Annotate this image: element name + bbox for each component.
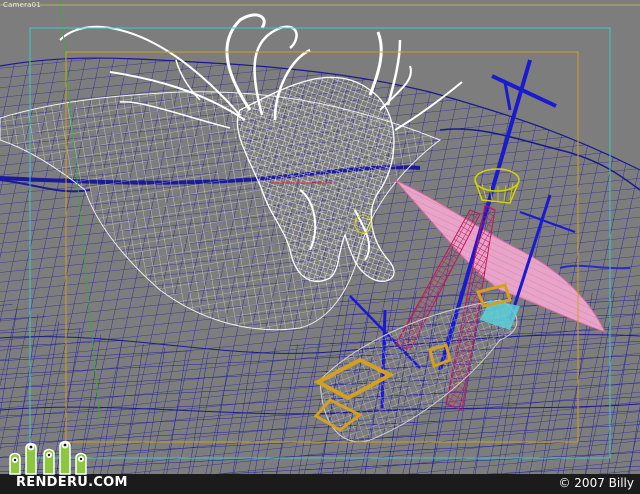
copyright-text: © 2007 Billy: [558, 476, 634, 490]
wireframe-render: [0, 0, 640, 474]
site-name[interactable]: RENDERU.COM: [16, 475, 128, 490]
viewport[interactable]: Camera01: [0, 0, 640, 474]
viewport-label[interactable]: Camera01: [3, 1, 41, 9]
